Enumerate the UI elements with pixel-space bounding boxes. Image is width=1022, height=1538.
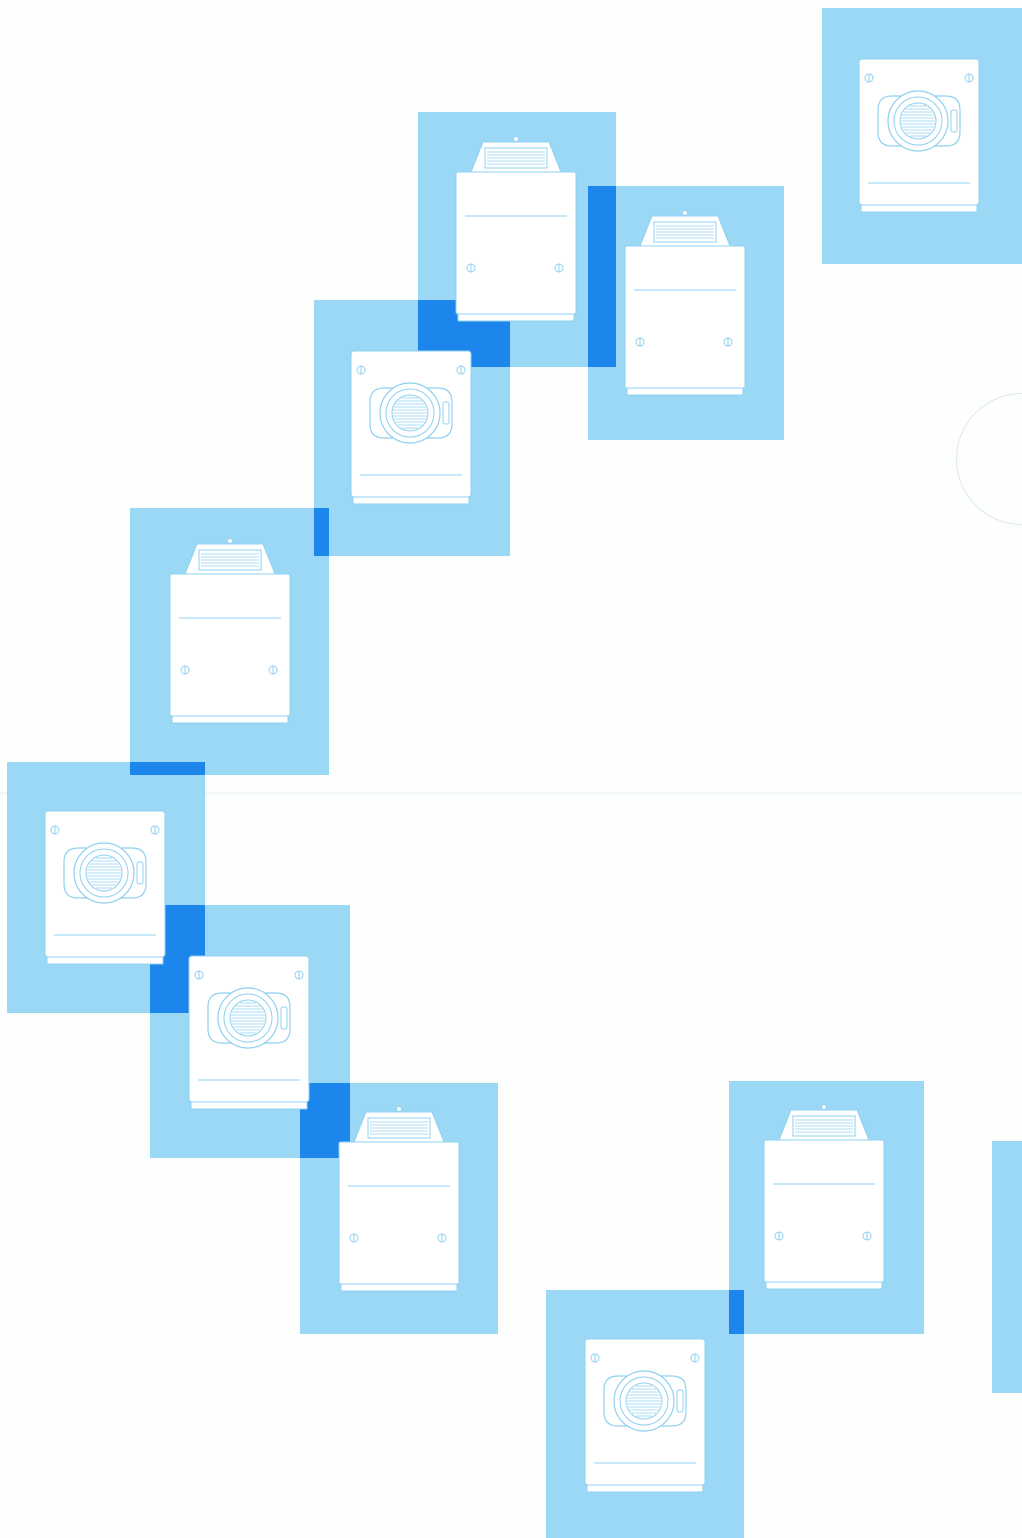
front-loading-washer-icon: [188, 955, 310, 1110]
overlap-9-10: [729, 1290, 744, 1334]
front-loading-washer-icon: [350, 350, 472, 505]
tile-11: [992, 1141, 1022, 1393]
top-loading-washer-icon: [455, 136, 577, 322]
punch-hole-mark: [956, 393, 1022, 525]
overlap-2-3: [588, 186, 616, 367]
overlap-4-5: [314, 508, 329, 556]
front-loading-washer-icon: [584, 1338, 706, 1493]
top-loading-washer-icon: [169, 538, 291, 724]
pattern-canvas: [0, 0, 1022, 1538]
top-loading-washer-icon: [624, 210, 746, 396]
top-loading-washer-icon: [338, 1106, 460, 1292]
overlap-5-6: [130, 762, 205, 775]
front-loading-washer-icon: [44, 810, 166, 965]
top-loading-washer-icon: [763, 1104, 885, 1290]
front-loading-washer-icon: [858, 58, 980, 213]
